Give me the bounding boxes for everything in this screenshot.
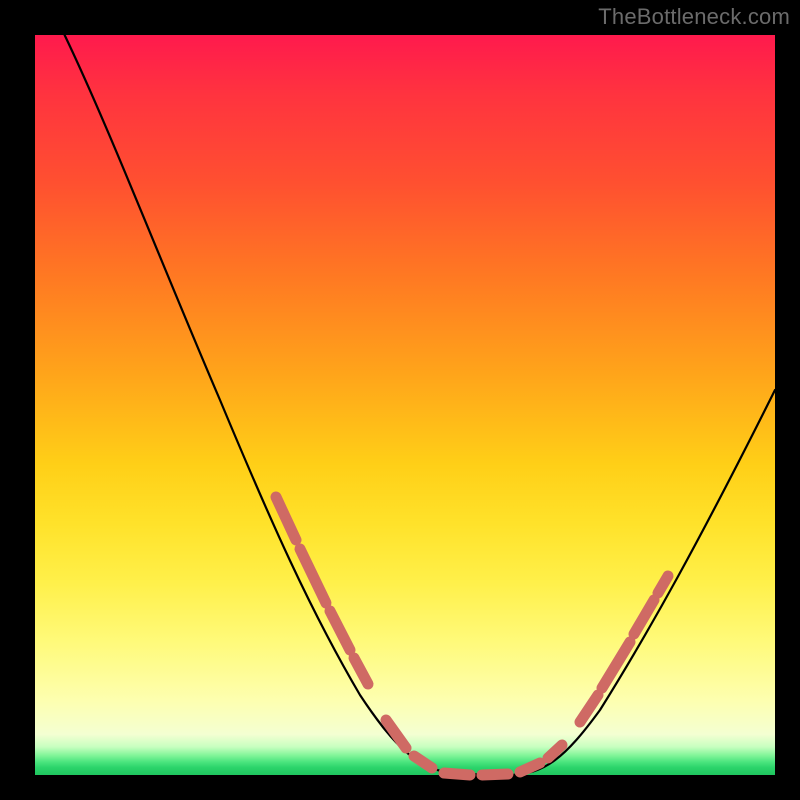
watermark-text: TheBottleneck.com [598,4,790,30]
bottleneck-curve [65,35,775,775]
left-red-band [276,497,368,684]
curve-layer [0,0,800,800]
chart-frame: TheBottleneck.com [0,0,800,800]
right-red-band [580,576,668,722]
trough-red-band [386,720,562,775]
